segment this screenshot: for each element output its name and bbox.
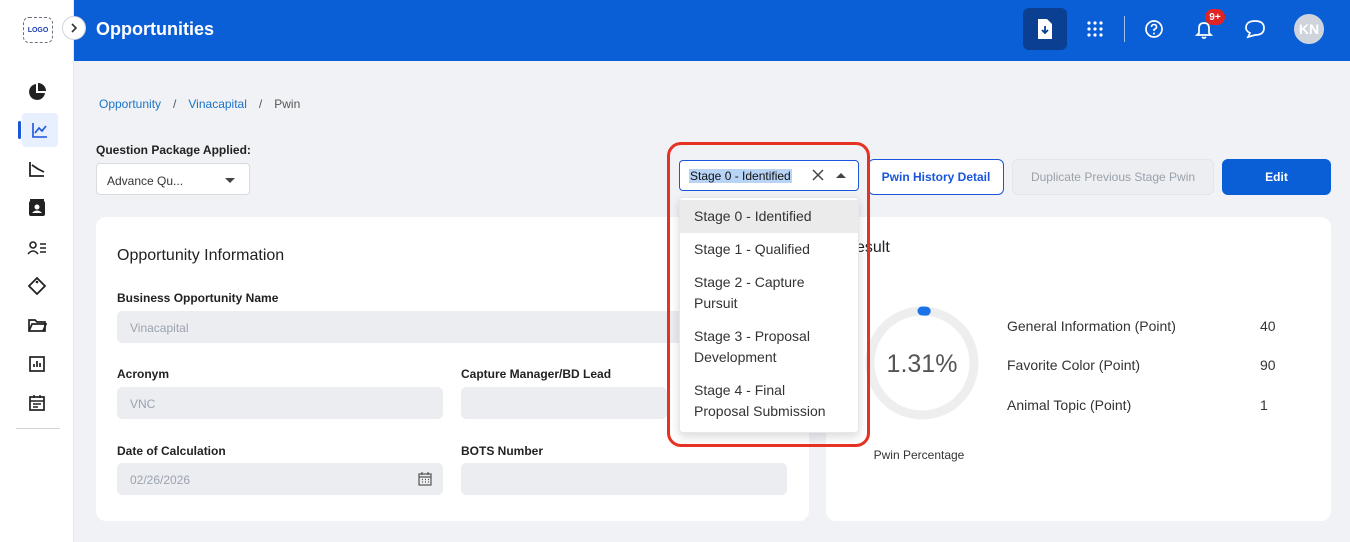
breadcrumb-vinacapital[interactable]: Vinacapital <box>188 97 247 111</box>
caret-down-icon <box>225 178 235 183</box>
result-row-label: Favorite Color (Point) <box>1007 357 1141 373</box>
pwin-result-card: esult 1.31% Pwin Percentage General Info… <box>826 217 1331 521</box>
acronym-label: Acronym <box>117 367 170 381</box>
calendar-icon[interactable] <box>23 389 51 417</box>
business-name-field[interactable]: Vinacapital <box>117 311 717 343</box>
stage-option[interactable]: Stage 2 - Capture Pursuit <box>680 266 858 320</box>
chat-icon <box>1245 20 1265 39</box>
clear-icon[interactable] <box>810 167 826 183</box>
help-icon <box>1145 20 1163 38</box>
download-file-icon <box>1038 19 1052 39</box>
breadcrumb: Opportunity / Vinacapital / Pwin <box>99 97 300 111</box>
rail-divider <box>16 428 60 429</box>
stage-select-value: Stage 0 - Identified <box>689 169 792 183</box>
help-button[interactable] <box>1132 8 1176 50</box>
trend-chart-icon[interactable] <box>23 155 51 183</box>
card-title: Opportunity Information <box>117 247 285 264</box>
bots-number-label: BOTS Number <box>461 444 544 458</box>
topbar-separator <box>1124 16 1125 42</box>
breadcrumb-opportunity[interactable]: Opportunity <box>99 97 161 111</box>
breadcrumb-current: Pwin <box>274 97 301 111</box>
opportunities-chart-icon[interactable] <box>22 113 58 147</box>
breadcrumb-separator: / <box>258 97 263 111</box>
stage-option[interactable]: Stage 0 - Identified <box>680 200 858 233</box>
caret-up-icon[interactable] <box>836 173 846 178</box>
business-name-label: Business Opportunity Name <box>117 291 279 305</box>
date-value: 02/26/2026 <box>130 473 191 487</box>
left-nav-rail: LOGO <box>0 0 74 542</box>
edit-button[interactable]: Edit <box>1222 159 1331 195</box>
stage-select[interactable]: Stage 0 - Identified <box>679 160 859 191</box>
question-package-select[interactable]: Advance Qu... <box>96 163 250 195</box>
user-avatar[interactable]: KN <box>1294 14 1324 44</box>
acronym-field[interactable]: VNC <box>117 387 443 419</box>
capture-manager-label: Capture Manager/BD Lead <box>461 367 612 381</box>
result-row-label: General Information (Point) <box>1007 318 1176 334</box>
chat-button[interactable] <box>1233 8 1277 50</box>
duplicate-stage-button[interactable]: Duplicate Previous Stage Pwin <box>1012 159 1214 195</box>
stage-option[interactable]: Stage 1 - Qualified <box>680 233 858 266</box>
notification-badge: 9+ <box>1205 9 1225 25</box>
date-field[interactable]: 02/26/2026 <box>117 463 443 495</box>
stage-dropdown-menu: Stage 0 - Identified Stage 1 - Qualified… <box>679 197 859 433</box>
bots-number-field[interactable] <box>461 463 787 495</box>
date-label: Date of Calculation <box>117 444 226 458</box>
result-row-value: 90 <box>1260 357 1276 373</box>
folder-icon[interactable] <box>23 311 51 339</box>
dashboard-pie-icon[interactable] <box>23 78 51 106</box>
top-app-bar: Opportunities 9+ KN <box>74 0 1350 61</box>
pwin-percentage-label: Pwin Percentage <box>873 448 965 462</box>
result-row-value: 40 <box>1260 318 1276 334</box>
pwin-percentage-value: 1.31% <box>886 350 958 378</box>
stage-option[interactable]: Stage 4 - Final Proposal Submission <box>680 374 858 428</box>
breadcrumb-separator: / <box>173 97 177 111</box>
contacts-list-icon[interactable] <box>23 234 51 262</box>
contact-card-icon[interactable] <box>23 194 51 222</box>
apps-grid-icon <box>1087 21 1103 37</box>
pwin-history-button[interactable]: Pwin History Detail <box>868 159 1004 195</box>
expand-sidebar-button[interactable] <box>62 16 86 40</box>
report-icon[interactable] <box>23 350 51 378</box>
capture-manager-field[interactable] <box>461 387 667 419</box>
result-row-label: Animal Topic (Point) <box>1007 397 1132 413</box>
question-package-value: Advance Qu... <box>107 174 184 188</box>
result-card-title: esult <box>856 239 890 256</box>
tag-icon[interactable] <box>23 272 51 300</box>
result-row-value: 1 <box>1260 397 1268 413</box>
question-package-label: Question Package Applied: <box>96 143 251 157</box>
calendar-icon[interactable] <box>417 471 433 487</box>
active-nav-indicator <box>18 121 21 139</box>
stage-option[interactable]: Stage 3 - Proposal Development <box>680 320 858 374</box>
chevron-right-icon <box>71 23 78 33</box>
app-logo: LOGO <box>23 17 53 43</box>
page-title: Opportunities <box>96 19 214 39</box>
download-button[interactable] <box>1023 8 1067 50</box>
apps-menu-button[interactable] <box>1073 8 1117 50</box>
